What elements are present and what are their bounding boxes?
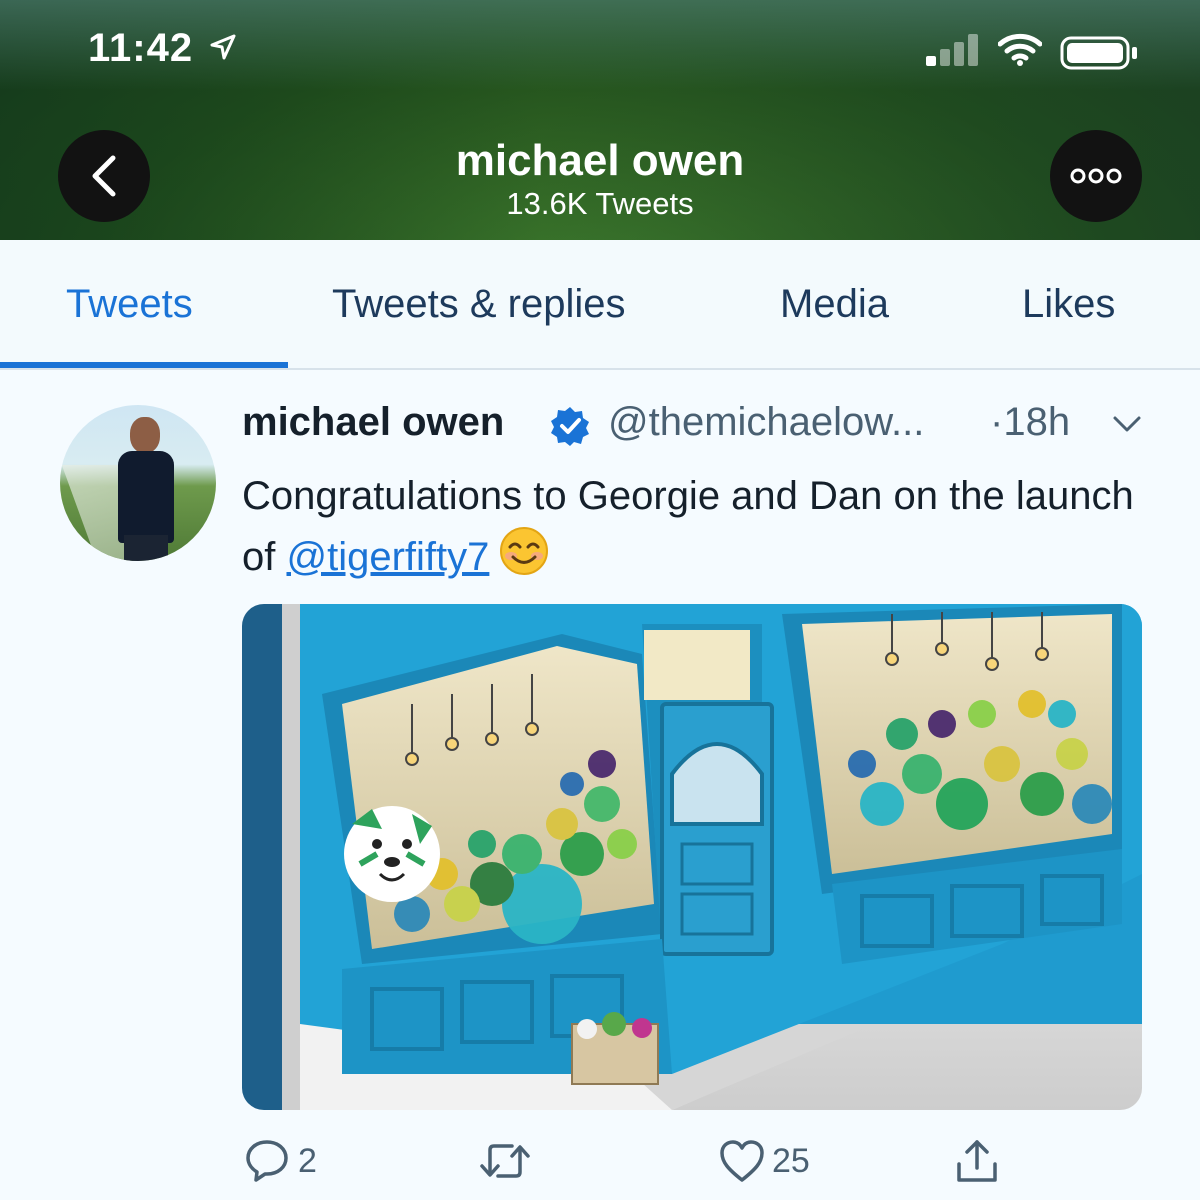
tweet-timestamp[interactable]: ·18h — [990, 400, 1070, 445]
like-count: 25 — [772, 1142, 810, 1180]
signal-bars-icon — [926, 34, 982, 71]
location-arrow-icon — [210, 34, 236, 65]
share-icon — [957, 1140, 997, 1182]
profile-name-title: michael owen — [455, 136, 745, 185]
tweet-author-name[interactable]: michael owen — [242, 400, 504, 445]
chevron-down-icon[interactable] — [1112, 414, 1142, 439]
more-options-button[interactable] — [1050, 130, 1142, 222]
active-tab-indicator — [0, 362, 288, 368]
reply-bubble-icon — [246, 1140, 288, 1182]
reply-count: 2 — [298, 1142, 317, 1180]
mention-link[interactable]: @tigerfifty7 — [286, 535, 489, 579]
heart-icon — [720, 1140, 764, 1182]
smiling-face-emoji-icon — [499, 526, 549, 593]
status-time: 11:42 — [88, 26, 194, 70]
wifi-icon — [997, 32, 1043, 71]
retweet-icon — [480, 1144, 530, 1178]
tab-likes[interactable]: Likes — [1022, 282, 1115, 327]
tweet-text: Congratulations to Georgie and Dan on th… — [242, 466, 1162, 593]
like-button[interactable] — [718, 1138, 766, 1189]
avatar[interactable] — [60, 405, 216, 561]
tab-tweets[interactable]: Tweets — [66, 282, 193, 327]
tab-tweets-replies[interactable]: Tweets & replies — [332, 282, 625, 327]
tab-media[interactable]: Media — [780, 282, 889, 327]
tweet-author-handle[interactable]: @themichaelow... — [608, 400, 924, 445]
verified-badge-icon — [550, 406, 590, 451]
tweet-photo-shopfront[interactable] — [242, 604, 1142, 1110]
reply-button[interactable] — [244, 1138, 290, 1189]
tweet-count: 13.6K Tweets — [506, 186, 694, 221]
profile-tabs: Tweets Tweets & replies Media Likes — [0, 240, 1200, 370]
more-dots-icon — [1070, 168, 1122, 184]
retweet-button[interactable] — [478, 1138, 532, 1189]
share-button[interactable] — [954, 1138, 1000, 1189]
battery-icon — [1060, 36, 1140, 75]
